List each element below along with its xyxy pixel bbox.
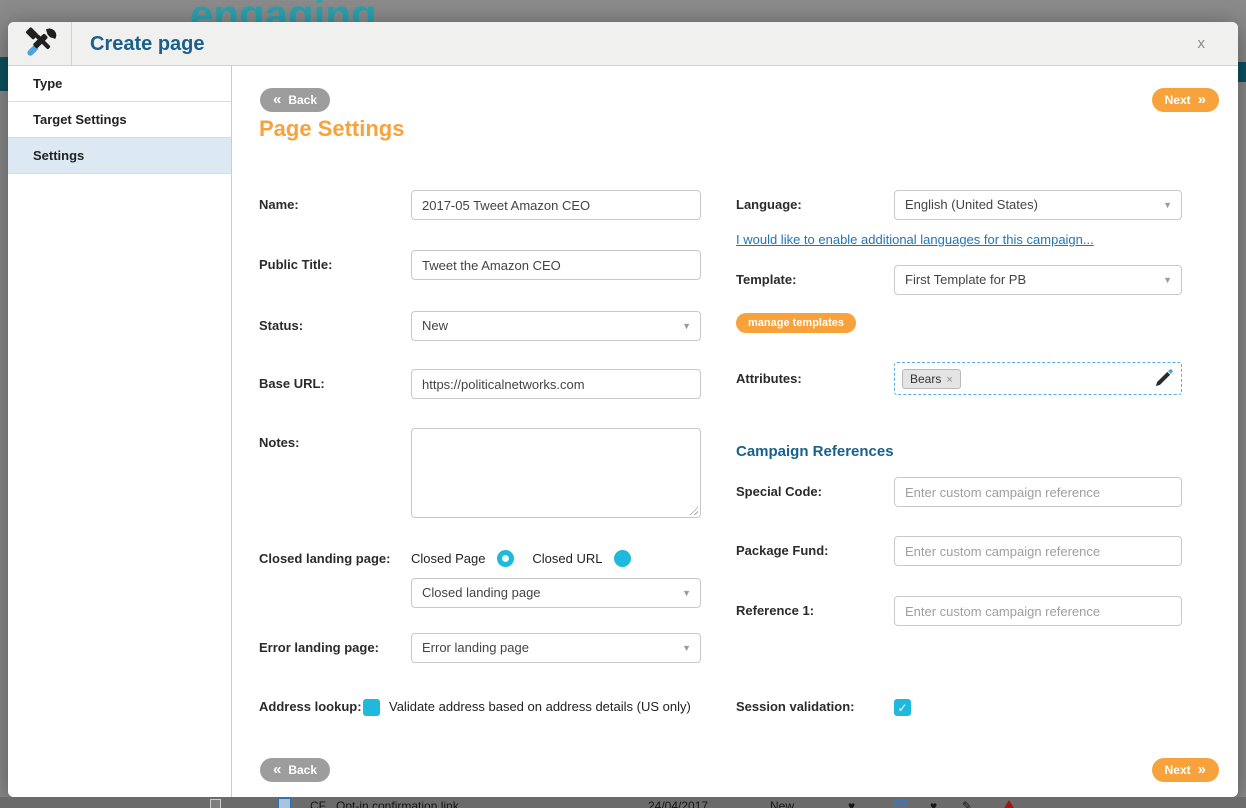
- field-row-session-validation: Session validation:: [233, 692, 1238, 722]
- manage-templates-button[interactable]: manage templates: [736, 313, 856, 333]
- background-table-row: CF Opt-in confirmation link 24/04/2017 N…: [0, 797, 1246, 808]
- row-status: New: [770, 797, 794, 808]
- package-fund-input[interactable]: [894, 536, 1182, 566]
- wizard-sidebar: Type Target Settings Settings: [8, 66, 232, 797]
- close-icon[interactable]: x: [1198, 22, 1206, 66]
- chevron-down-icon: ▼: [682, 312, 691, 341]
- sidebar-item-target-settings[interactable]: Target Settings: [8, 102, 231, 138]
- attribute-tag: Bears×: [902, 369, 961, 389]
- status-label: Status:: [259, 311, 303, 341]
- chevron-right-icon: »: [1198, 759, 1206, 781]
- row-type: CF: [310, 797, 326, 808]
- chevron-down-icon: ▼: [1163, 266, 1172, 295]
- modal-body: Type Target Settings Settings « Back Nex…: [8, 66, 1238, 797]
- field-row-language: Language: English (United States) ▼: [233, 190, 1238, 220]
- page-title: Page Settings: [259, 116, 404, 142]
- pencil-icon[interactable]: [1154, 369, 1173, 393]
- attributes-label: Attributes:: [736, 362, 802, 395]
- list-icon[interactable]: [893, 799, 908, 808]
- row-checkbox[interactable]: [210, 799, 221, 808]
- modal-title: Create page: [90, 22, 205, 66]
- campaign-references-heading: Campaign References: [736, 443, 894, 460]
- heart-icon[interactable]: ♥: [930, 797, 937, 808]
- chevron-down-icon: ▼: [682, 634, 691, 663]
- field-row-template: Template: First Template for PB ▼: [233, 265, 1238, 295]
- chevron-right-icon: »: [1198, 89, 1206, 111]
- row-date: 24/04/2017: [648, 797, 708, 808]
- special-code-input[interactable]: [894, 477, 1182, 507]
- session-validation-label: Session validation:: [736, 692, 854, 722]
- create-page-modal: Create page x Type Target Settings Setti…: [8, 22, 1238, 797]
- template-select[interactable]: First Template for PB ▼: [894, 265, 1182, 295]
- field-row-special-code: Special Code:: [233, 477, 1238, 507]
- row-name: Opt-in confirmation link: [336, 797, 459, 808]
- warning-icon: [1000, 800, 1018, 808]
- status-select[interactable]: New ▼: [411, 311, 701, 341]
- chevron-left-icon: «: [273, 759, 281, 781]
- attributes-tag-box[interactable]: Bears×: [894, 362, 1182, 395]
- tools-icon: [8, 22, 72, 66]
- modal-header: Create page x: [8, 22, 1238, 66]
- background-navbar-sliver-right: [1238, 62, 1246, 82]
- page-type-icon: [278, 798, 291, 808]
- error-landing-select[interactable]: Error landing page ▼: [411, 633, 701, 663]
- special-code-label: Special Code:: [736, 477, 822, 507]
- field-row-error-landing: Error landing page: Error landing page ▼: [233, 633, 1238, 663]
- back-button-top[interactable]: « Back: [260, 88, 330, 112]
- back-button-bottom[interactable]: « Back: [260, 758, 330, 782]
- background-navbar-sliver-left: [0, 57, 8, 91]
- field-row-attributes: Attributes: Bears×: [233, 362, 1238, 395]
- favorite-icon[interactable]: ♥: [848, 797, 855, 808]
- field-row-package-fund: Package Fund:: [233, 536, 1238, 566]
- additional-languages-link[interactable]: I would like to enable additional langua…: [736, 232, 1094, 247]
- chevron-down-icon: ▼: [1163, 191, 1172, 220]
- remove-tag-icon[interactable]: ×: [946, 374, 952, 386]
- settings-panel: « Back Next » Page Settings Name: Public…: [233, 66, 1238, 797]
- chevron-left-icon: «: [273, 89, 281, 111]
- sidebar-item-settings[interactable]: Settings: [8, 138, 231, 174]
- language-select[interactable]: English (United States) ▼: [894, 190, 1182, 220]
- template-label: Template:: [736, 265, 796, 295]
- next-button-top[interactable]: Next »: [1152, 88, 1219, 112]
- reference-1-label: Reference 1:: [736, 596, 814, 626]
- field-row-reference-1: Reference 1:: [233, 596, 1238, 626]
- edit-icon[interactable]: ✎: [962, 797, 972, 808]
- language-label: Language:: [736, 190, 802, 220]
- reference-1-input[interactable]: [894, 596, 1182, 626]
- next-button-bottom[interactable]: Next »: [1152, 758, 1219, 782]
- sidebar-item-type[interactable]: Type: [8, 66, 231, 102]
- notes-label: Notes:: [259, 428, 299, 458]
- error-landing-label: Error landing page:: [259, 633, 379, 663]
- session-validation-checkbox[interactable]: [894, 699, 911, 716]
- package-fund-label: Package Fund:: [736, 536, 828, 566]
